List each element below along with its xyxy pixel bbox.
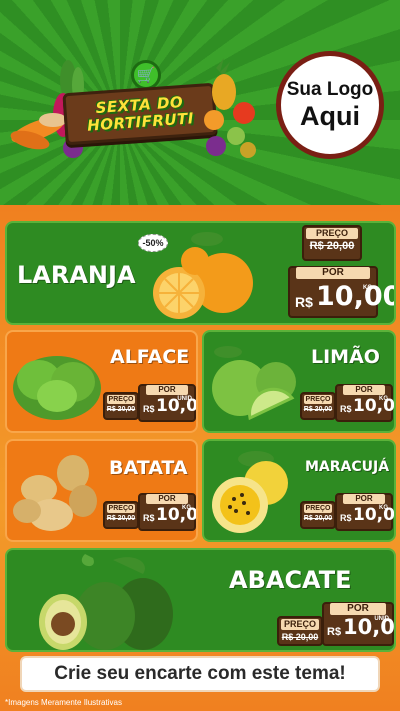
new-price: 10,00 bbox=[156, 505, 198, 525]
currency: R$ bbox=[340, 404, 352, 414]
new-price: 10,00 bbox=[316, 281, 396, 312]
old-price-tag: PREÇO R$ 20,00 bbox=[300, 501, 336, 529]
unit-label: KG bbox=[379, 396, 388, 402]
fruits-right-illustration bbox=[204, 58, 256, 158]
product-card-limao: LIMÃO PREÇO R$ 20,00 POR R$ 10,00 KG bbox=[202, 330, 396, 433]
passion-fruit-illustration bbox=[212, 451, 288, 533]
old-price-tag: PREÇO R$ 20,00 bbox=[103, 392, 139, 420]
old-price: R$ 20,00 bbox=[106, 406, 136, 413]
cart-icon: 🛒 bbox=[131, 60, 161, 90]
lime-illustration bbox=[212, 346, 296, 421]
currency: R$ bbox=[143, 513, 155, 523]
new-price: 10,00 bbox=[353, 396, 395, 416]
new-price-tag: POR R$ 10,00 KG bbox=[138, 493, 196, 531]
old-price: R$ 20,00 bbox=[281, 632, 319, 642]
discount-badge: -50% bbox=[138, 234, 168, 252]
preco-label: PREÇO bbox=[281, 619, 319, 630]
logo-placeholder: Sua Logo Aqui bbox=[276, 51, 384, 159]
new-price-tag: POR R$ 10,00 UNID bbox=[322, 602, 394, 646]
product-card-abacate: ABACATE PREÇO R$ 20,00 POR R$ 10,00 UNID bbox=[5, 548, 396, 652]
product-card-alface: ALFACE PREÇO R$ 20,00 POR R$ 10,00 UNID bbox=[5, 330, 198, 433]
old-price-tag: PREÇO R$ 20,00 bbox=[302, 225, 362, 261]
por-label: POR bbox=[146, 494, 188, 504]
new-price-tag: POR R$ 10,00 KG bbox=[288, 266, 394, 318]
por-label: POR bbox=[343, 385, 385, 395]
preco-label: PREÇO bbox=[306, 228, 358, 239]
product-name: LARANJA bbox=[17, 261, 136, 289]
new-price-tag: POR R$ 10,00 KG bbox=[335, 493, 395, 531]
old-price: R$ 20,00 bbox=[303, 406, 333, 413]
preco-label: PREÇO bbox=[304, 504, 332, 513]
por-label: POR bbox=[330, 603, 386, 615]
lettuce-illustration bbox=[13, 356, 101, 420]
preco-label: PREÇO bbox=[107, 504, 135, 513]
unit-label: KG bbox=[363, 285, 372, 291]
currency: R$ bbox=[340, 513, 352, 523]
logo-line1: Sua Logo bbox=[286, 79, 374, 100]
product-card-batata: BATATA PREÇO R$ 20,00 POR R$ 10,00 KG bbox=[5, 439, 198, 542]
preco-label: PREÇO bbox=[304, 395, 332, 404]
old-price: R$ 20,00 bbox=[309, 240, 355, 252]
header-banner: 🛒 SEXTA DO HORTIFRUTI Sua Logo Aqui bbox=[0, 0, 400, 205]
new-price-tag: POR R$ 10,00 UNID bbox=[138, 384, 196, 422]
product-name: ABACATE bbox=[229, 566, 352, 594]
product-name: LIMÃO bbox=[311, 346, 380, 368]
unit-label: KG bbox=[182, 505, 191, 511]
product-card-maracuja: MARACUJÁ PREÇO R$ 20,00 POR R$ 10,00 KG bbox=[202, 439, 396, 542]
header-title: SEXTA DO HORTIFRUTI bbox=[62, 82, 218, 146]
product-name: ALFACE bbox=[110, 346, 190, 368]
logo-line2: Aqui bbox=[300, 101, 360, 131]
cta-banner[interactable]: Crie seu encarte com este tema! bbox=[20, 656, 380, 692]
old-price: R$ 20,00 bbox=[303, 515, 333, 522]
avocado-illustration bbox=[39, 554, 173, 650]
old-price-tag: PREÇO R$ 20,00 bbox=[277, 616, 323, 646]
potato-illustration bbox=[13, 455, 97, 531]
new-price-tag: POR R$ 10,00 KG bbox=[335, 384, 395, 422]
currency: R$ bbox=[143, 404, 155, 414]
old-price-tag: PREÇO R$ 20,00 bbox=[103, 501, 139, 529]
por-label: POR bbox=[343, 494, 385, 504]
preco-label: PREÇO bbox=[107, 395, 135, 404]
currency: R$ bbox=[295, 294, 313, 310]
unit-label: UNID bbox=[177, 396, 192, 402]
currency: R$ bbox=[327, 626, 342, 638]
product-name: MARACUJÁ bbox=[305, 459, 390, 475]
old-price: R$ 20,00 bbox=[106, 515, 136, 522]
por-label: POR bbox=[296, 267, 370, 279]
new-price: 10,00 bbox=[353, 505, 395, 525]
old-price-tag: PREÇO R$ 20,00 bbox=[300, 392, 336, 420]
unit-label: KG bbox=[379, 505, 388, 511]
unit-label: UNID bbox=[374, 616, 389, 622]
images-disclaimer: *Imagens Meramente Ilustrativas bbox=[5, 698, 122, 707]
product-name: BATATA bbox=[109, 457, 188, 479]
por-label: POR bbox=[146, 385, 188, 395]
product-card-laranja: LARANJA PREÇO R$ 20,00 POR R$ 10,00 KG bbox=[5, 221, 396, 325]
